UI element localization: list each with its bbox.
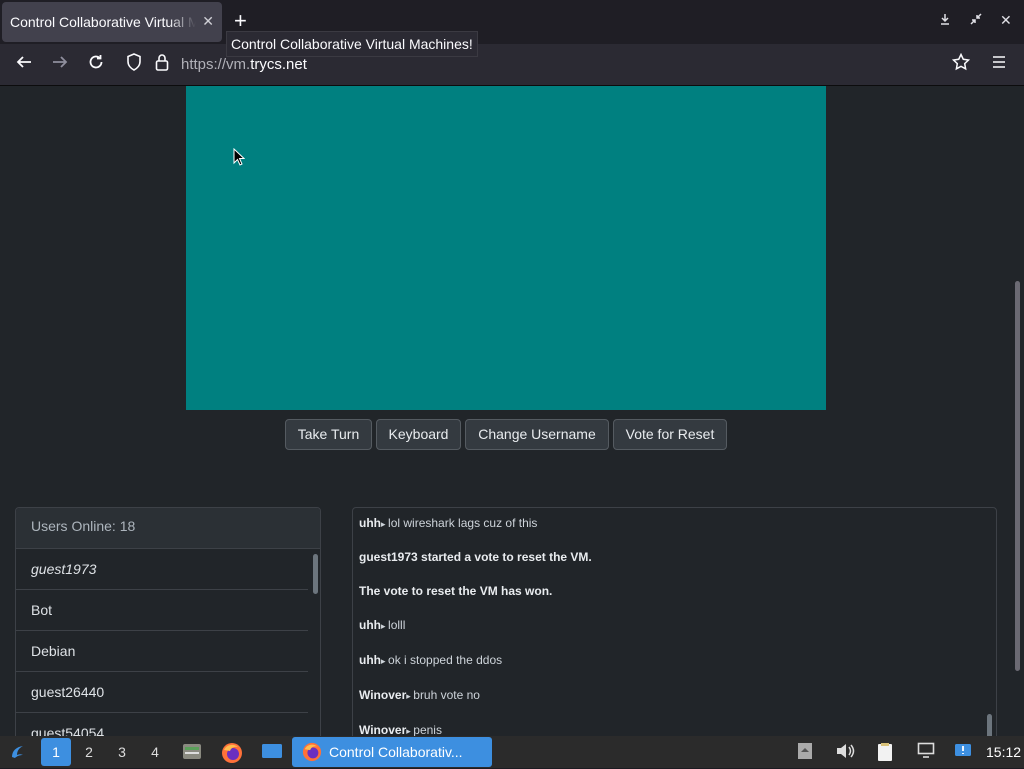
- app-menu-icon[interactable]: [991, 53, 1007, 75]
- taskbar-window-firefox[interactable]: Control Collaborativ...: [292, 737, 492, 767]
- users-panel: Users Online: 18 guest1973 Bot Debian gu…: [15, 507, 321, 747]
- user-list-item[interactable]: Bot: [16, 590, 308, 631]
- vote-reset-button[interactable]: Vote for Reset: [613, 419, 727, 450]
- user-list-item[interactable]: guest26440: [16, 672, 308, 713]
- chat-username: uhh: [359, 516, 381, 530]
- page-scrollbar[interactable]: [1015, 281, 1020, 671]
- chat-text: ok i stopped the ddos: [388, 653, 503, 667]
- taskbar: 1 2 3 4 Control Collaborativ... 15:12: [0, 736, 1024, 768]
- shield-icon[interactable]: [126, 53, 142, 76]
- workspace-2[interactable]: 2: [74, 738, 104, 766]
- chat-system-message: The vote to reset the VM has won.: [359, 584, 552, 598]
- clock: 15:12: [986, 744, 1022, 760]
- url-domain: trycs.net: [250, 56, 307, 73]
- workspace-1[interactable]: 1: [41, 738, 71, 766]
- chat-message: uhh▸ lol wireshark lags cuz of this: [359, 516, 538, 530]
- chat-text: bruh vote no: [413, 688, 480, 702]
- url-prefix: https://vm.: [181, 56, 251, 73]
- firefox-icon[interactable]: [221, 742, 243, 769]
- tab-tooltip: Control Collaborative Virtual Machines!: [226, 31, 478, 57]
- take-turn-button[interactable]: Take Turn: [285, 419, 372, 450]
- minimize-icon[interactable]: [939, 12, 951, 28]
- tab-close-icon[interactable]: ✕: [202, 13, 214, 30]
- chat-username: Winover: [359, 723, 407, 737]
- window-close-icon[interactable]: ✕: [1000, 12, 1012, 29]
- workspace-3[interactable]: 3: [107, 738, 137, 766]
- back-icon[interactable]: [15, 53, 33, 76]
- chat-panel: uhh▸ lol wireshark lags cuz of this gues…: [352, 507, 997, 747]
- system-text: The vote to reset the VM has won.: [359, 584, 553, 598]
- chat-text: lolll: [388, 618, 406, 632]
- chat-username: Winover: [359, 688, 407, 702]
- task-label: Control Collaborativ...: [329, 744, 463, 760]
- chat-system-message: guest1973 started a vote to reset the VM…: [359, 550, 592, 564]
- user-list-item[interactable]: guest1973: [16, 549, 308, 590]
- chat-username: uhh: [359, 653, 381, 667]
- system-text: guest1973 started a vote to reset the VM…: [359, 550, 592, 564]
- firefox-task-icon: [302, 742, 322, 762]
- mouse-cursor-icon: [233, 148, 245, 166]
- forward-icon[interactable]: [51, 53, 69, 76]
- tab-title: Control Collaborative Virtual Machines!: [10, 14, 196, 30]
- change-username-button[interactable]: Change Username: [465, 419, 609, 450]
- workspace-4[interactable]: 4: [140, 738, 170, 766]
- users-scrollbar[interactable]: [313, 554, 318, 594]
- start-menu-icon[interactable]: [9, 743, 27, 766]
- volume-icon[interactable]: [835, 742, 855, 765]
- chat-text: lol wireshark lags cuz of this: [388, 516, 538, 530]
- chat-username: uhh: [359, 618, 381, 632]
- user-list-item[interactable]: Debian: [16, 631, 308, 672]
- url-bar[interactable]: https://vm.trycs.net: [181, 56, 307, 73]
- display-icon[interactable]: [917, 742, 935, 763]
- clipboard-icon[interactable]: [797, 742, 813, 765]
- tab-bar: Control Collaborative Virtual Machines! …: [0, 0, 1024, 44]
- page-content: Take Turn Keyboard Change Username Vote …: [0, 86, 1024, 747]
- restore-icon[interactable]: [970, 12, 982, 28]
- notes-icon[interactable]: [875, 742, 895, 767]
- chat-text: penis: [413, 723, 442, 737]
- lock-icon[interactable]: [155, 53, 169, 76]
- file-manager-icon[interactable]: [182, 742, 202, 765]
- chat-message: Winover▸ bruh vote no: [359, 688, 480, 702]
- chat-message: uhh▸ ok i stopped the ddos: [359, 653, 503, 667]
- keyboard-button[interactable]: Keyboard: [376, 419, 461, 450]
- browser-tab[interactable]: Control Collaborative Virtual Machines! …: [2, 2, 222, 42]
- chat-message: Winover▸ penis: [359, 723, 442, 737]
- users-online-header: Users Online: 18: [16, 508, 320, 549]
- vm-display[interactable]: [186, 86, 826, 410]
- bookmark-star-icon[interactable]: [951, 52, 971, 76]
- chat-message: uhh▸ lolll: [359, 618, 406, 632]
- nav-bar: https://vm.trycs.net: [0, 44, 1024, 86]
- notification-icon[interactable]: [954, 742, 972, 765]
- reload-icon[interactable]: [87, 53, 105, 76]
- desktop-icon[interactable]: [261, 742, 283, 765]
